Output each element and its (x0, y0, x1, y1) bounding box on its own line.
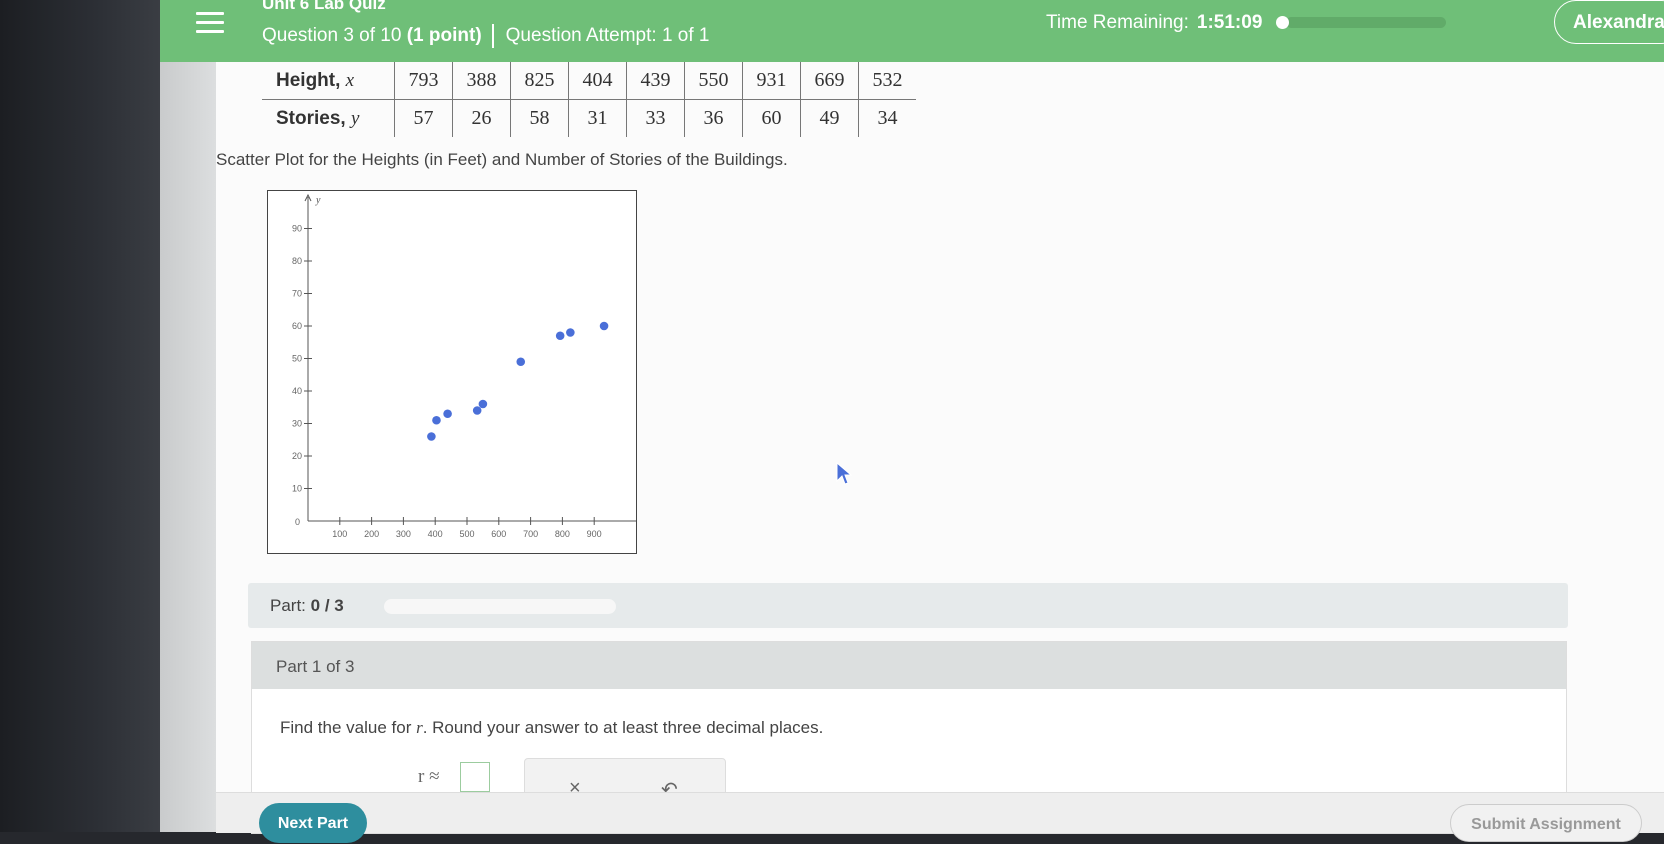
part-progress-label: Part: 0 / 3 (270, 596, 344, 615)
table-cell: 532 (858, 62, 916, 100)
unit-title: Unit 6 Lab Quiz (262, 0, 386, 13)
x-tick-label: 100 (332, 529, 347, 539)
time-remaining-label: Time Remaining: (1046, 12, 1189, 33)
time-remaining-value: 1:51:09 (1196, 12, 1263, 33)
data-point (516, 357, 526, 367)
table-cell: 550 (684, 62, 743, 100)
table-row-heights: Height, x 793 388 825 404 439 550 931 66… (262, 62, 916, 100)
table-cell: 49 (800, 99, 859, 137)
data-table: Height, x 793 388 825 404 439 550 931 66… (262, 62, 916, 137)
table-cell: 58 (510, 99, 569, 137)
top-bar: Unit 6 Lab Quiz Question 3 of 10 (1 poin… (160, 0, 1664, 62)
table-cell: 793 (394, 62, 453, 100)
x-tick-label: 900 (587, 529, 602, 539)
y-tick-label: 90 (292, 224, 302, 234)
data-point (432, 415, 441, 425)
row-header-height: Height, x (262, 62, 395, 100)
x-tick-label: 400 (428, 529, 443, 539)
x-tick-label: 300 (396, 529, 411, 539)
divider (491, 24, 494, 48)
time-remaining: Time Remaining: 1:51:09 (1046, 12, 1262, 34)
r-label: r ≈ (418, 766, 440, 787)
part-progress-track (384, 599, 616, 614)
y-tick-label: 10 (292, 484, 302, 494)
y-tick-label: 70 (292, 289, 302, 299)
x-tick-label: 600 (491, 529, 506, 539)
question-points: (1 point) (406, 25, 482, 47)
table-cell: 404 (568, 62, 627, 100)
time-progress-dot (1276, 16, 1289, 29)
table-cell: 57 (394, 99, 453, 137)
data-point (566, 328, 575, 337)
screen-edge (160, 0, 216, 832)
question-number: Question 3 of 10 (262, 25, 402, 47)
row-header-stories: Stories, y (276, 107, 360, 129)
next-part-button[interactable]: Next Part (259, 803, 367, 843)
submit-assignment-button[interactable]: Submit Assignment (1450, 804, 1642, 842)
table-cell: 31 (568, 99, 627, 137)
part-progress-bar: Part: 0 / 3 (248, 583, 1568, 628)
part-heading: Part 1 of 3 (276, 657, 355, 676)
monitor-bezel (0, 0, 160, 832)
y-tick-label: 20 (292, 451, 302, 461)
user-menu-button[interactable]: Alexandra (1554, 0, 1664, 44)
y-axis-label: y (315, 195, 321, 206)
x-tick-label: 800 (555, 529, 570, 539)
table-cell: 34 (858, 99, 916, 137)
table-cell: 26 (452, 99, 511, 137)
answer-input[interactable] (460, 762, 490, 792)
menu-icon[interactable] (196, 12, 224, 34)
question-info: Question 3 of 10 (1 point) Question Attem… (262, 24, 710, 48)
y-tick-label: 80 (292, 256, 302, 266)
bottom-bar (216, 792, 1664, 833)
origin-label: 0 (295, 517, 300, 527)
x-tick-label: 500 (459, 529, 474, 539)
y-tick-label: 60 (292, 321, 302, 331)
x-tick-label: 700 (523, 529, 538, 539)
table-cell: 825 (510, 62, 569, 100)
data-point (427, 432, 436, 441)
part-header: Part 1 of 3 (252, 642, 1566, 689)
mouse-cursor-icon (836, 462, 852, 485)
table-cell: 60 (742, 99, 801, 137)
time-progress-track (1286, 17, 1446, 28)
y-tick-label: 50 (292, 354, 302, 364)
table-cell: 36 (684, 99, 743, 137)
table-row-stories: Stories, y 57 26 58 31 33 36 60 49 34 (262, 99, 916, 137)
data-point (555, 331, 565, 341)
question-text: Find the value for r. Round your answer … (280, 718, 824, 737)
data-point (478, 399, 488, 409)
y-tick-label: 40 (292, 386, 302, 396)
table-cell: 439 (626, 62, 685, 100)
question-attempt: Question Attempt: 1 of 1 (505, 25, 710, 47)
scatter-plot: yx01002003004005006007008009001020304050… (267, 190, 637, 554)
x-tick-label: 200 (364, 529, 379, 539)
table-cell: 669 (800, 62, 859, 100)
data-point (472, 406, 482, 415)
plot-caption: Scatter Plot for the Heights (in Feet) a… (216, 150, 788, 169)
scatter-plot-svg: yx01002003004005006007008009001020304050… (292, 193, 636, 539)
table-cell: 931 (742, 62, 801, 100)
table-cell: 33 (626, 99, 685, 137)
data-point (599, 321, 609, 331)
y-tick-label: 30 (292, 419, 302, 429)
table-cell: 388 (452, 62, 511, 100)
data-point (443, 409, 452, 419)
